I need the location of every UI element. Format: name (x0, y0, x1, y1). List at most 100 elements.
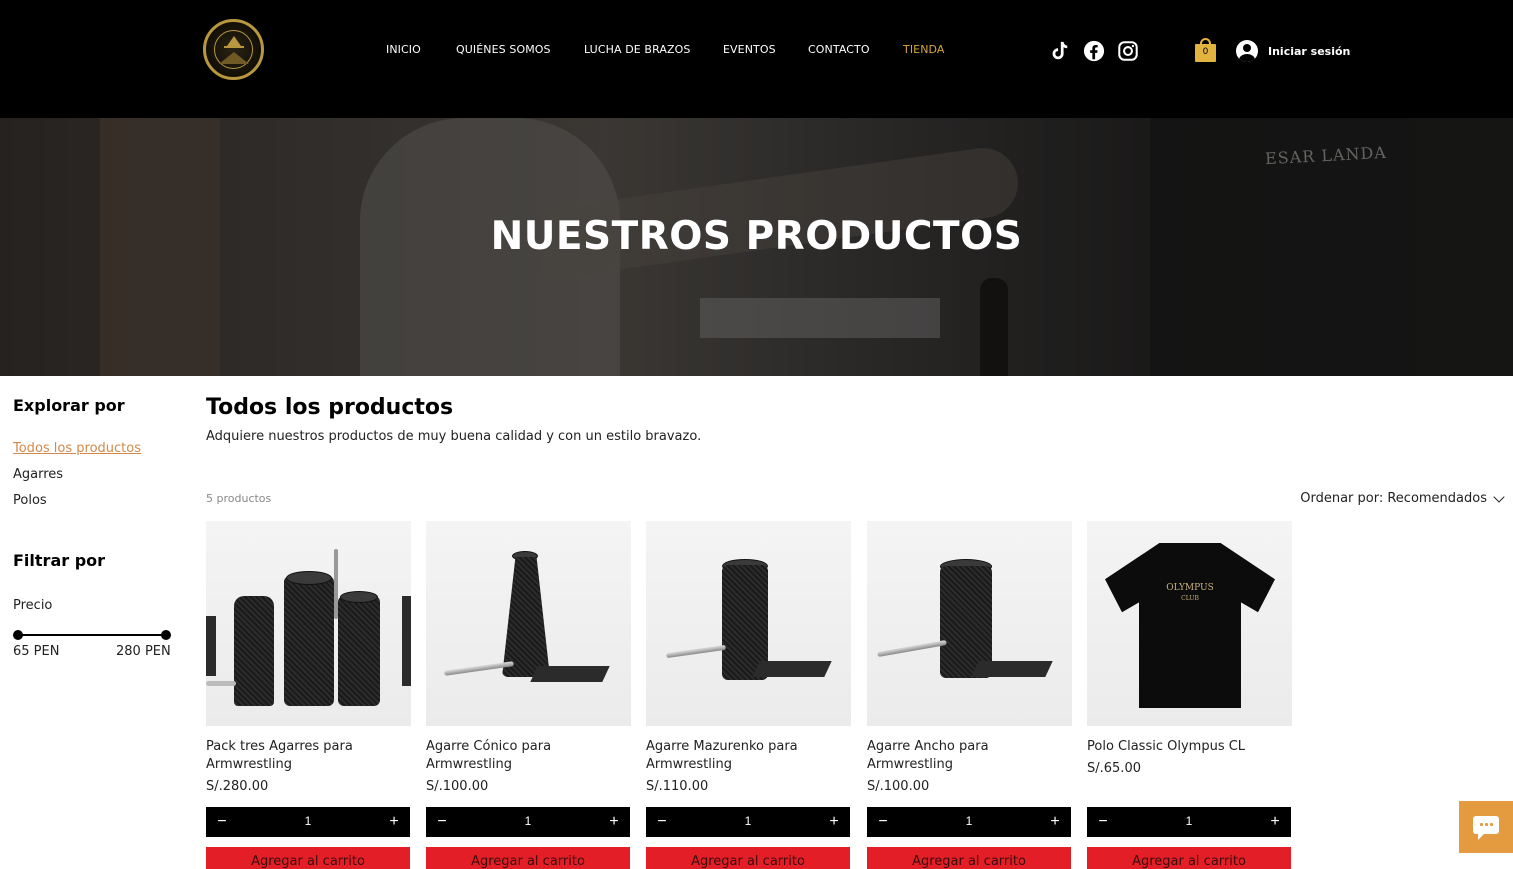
grip-plate (402, 596, 411, 686)
grip-rod (665, 644, 727, 659)
product-image[interactable] (867, 521, 1072, 726)
quantity-stepper: − 1 + (1087, 807, 1291, 837)
grip-cylinder (284, 576, 334, 706)
sort-label: Ordenar por: Recomendados (1300, 491, 1487, 506)
product-card[interactable]: Agarre Mazurenko para Armwrestling S/.11… (646, 521, 851, 869)
facebook-icon[interactable] (1083, 40, 1105, 62)
product-image[interactable] (426, 521, 631, 726)
slider-min-handle[interactable] (13, 630, 23, 640)
quantity-stepper: − 1 + (426, 807, 630, 837)
grip-top (340, 591, 378, 603)
category-agarres[interactable]: Agarres (13, 467, 63, 482)
grip-cone (234, 596, 274, 706)
grip-plate (752, 661, 832, 677)
product-name[interactable]: Agarre Mazurenko para Armwrestling (646, 738, 851, 774)
add-to-cart-button[interactable]: Agregar al carrito (1087, 847, 1291, 869)
tiktok-icon[interactable] (1048, 40, 1070, 62)
quantity-value[interactable]: 1 (298, 814, 318, 828)
page-title: Todos los productos (206, 395, 454, 420)
page-description: Adquiere nuestros productos de muy buena… (206, 429, 702, 444)
product-card[interactable]: Pack tres Agarres para Armwrestling S/.2… (206, 521, 411, 869)
decrease-button[interactable]: − (1095, 813, 1111, 831)
product-price: S/.100.00 (867, 779, 930, 794)
product-card[interactable]: Agarre Ancho para Armwrestling S/.100.00… (867, 521, 1072, 869)
t-shirt (1105, 543, 1275, 708)
product-name[interactable]: Agarre Cónico para Armwrestling (426, 738, 631, 774)
sort-dropdown[interactable]: Ordenar por: Recomendados (1300, 490, 1505, 506)
category-polos[interactable]: Polos (13, 493, 47, 508)
nav-inicio[interactable]: INICIO (386, 43, 421, 56)
product-card[interactable]: OLYMPUS CLUB Polo Classic Olympus CL S/.… (1087, 521, 1292, 869)
price-slider[interactable] (13, 630, 171, 640)
hero-title: NUESTROS PRODUCTOS (490, 214, 1023, 259)
decrease-button[interactable]: − (654, 813, 670, 831)
slider-max-handle[interactable] (161, 630, 171, 640)
quantity-stepper: − 1 + (206, 807, 410, 837)
nav-contacto[interactable]: CONTACTO (808, 43, 870, 56)
decrease-button[interactable]: − (214, 813, 230, 831)
product-image[interactable] (206, 521, 411, 726)
quantity-value[interactable]: 1 (959, 814, 979, 828)
crown-icon (224, 36, 244, 48)
login-button[interactable]: Iniciar sesión (1236, 40, 1350, 62)
price-min: 65 PEN (13, 644, 60, 659)
product-price: S/.110.00 (646, 779, 709, 794)
user-icon (1236, 40, 1258, 62)
price-max: 280 PEN (116, 644, 171, 659)
nav-tienda[interactable]: TIENDA (903, 43, 945, 56)
shirt-print-line2: CLUB (1181, 595, 1199, 602)
product-name[interactable]: Agarre Ancho para Armwrestling (867, 738, 1072, 774)
product-name[interactable]: Pack tres Agarres para Armwrestling (206, 738, 411, 774)
product-price: S/.280.00 (206, 779, 269, 794)
shirt-print: OLYMPUS CLUB (1147, 583, 1233, 604)
quantity-value[interactable]: 1 (1179, 814, 1199, 828)
product-name[interactable]: Polo Classic Olympus CL (1087, 738, 1292, 756)
grip-plate (971, 661, 1053, 677)
grip-plate (206, 616, 216, 676)
cart-count: 0 (1202, 47, 1209, 57)
increase-button[interactable]: + (606, 813, 622, 831)
nav-eventos[interactable]: EVENTOS (723, 43, 776, 56)
quantity-value[interactable]: 1 (738, 814, 758, 828)
product-card[interactable]: Agarre Cónico para Armwrestling S/.100.0… (426, 521, 631, 869)
add-to-cart-button[interactable]: Agregar al carrito (646, 847, 850, 869)
add-to-cart-button[interactable]: Agregar al carrito (426, 847, 630, 869)
chevron-down-icon (1493, 490, 1505, 503)
hero-banner: ESAR LANDA NUESTROS PRODUCTOS (0, 118, 1513, 376)
category-all-products[interactable]: Todos los productos (13, 441, 141, 456)
decrease-button[interactable]: − (434, 813, 450, 831)
grip-rod (877, 639, 947, 658)
grip-cylinder (338, 596, 380, 706)
cart-button[interactable]: 0 (1195, 38, 1216, 62)
product-image[interactable]: OLYMPUS CLUB (1087, 521, 1292, 726)
ring (206, 681, 236, 686)
product-price: S/.65.00 (1087, 761, 1141, 776)
increase-button[interactable]: + (1267, 813, 1283, 831)
increase-button[interactable]: + (826, 813, 842, 831)
filter-title: Filtrar por (13, 551, 106, 570)
slider-track (18, 634, 166, 636)
logo[interactable] (203, 19, 264, 80)
chat-button[interactable] (1459, 801, 1513, 853)
nav-quienes-somos[interactable]: QUIÉNES SOMOS (456, 43, 551, 56)
shirt-print-line1: OLYMPUS (1166, 583, 1214, 593)
instagram-icon[interactable] (1117, 40, 1139, 62)
increase-button[interactable]: + (1047, 813, 1063, 831)
quantity-stepper: − 1 + (646, 807, 850, 837)
quantity-value[interactable]: 1 (518, 814, 538, 828)
login-label: Iniciar sesión (1268, 44, 1351, 58)
grip-cone (502, 557, 550, 677)
product-image[interactable] (646, 521, 851, 726)
add-to-cart-button[interactable]: Agregar al carrito (867, 847, 1071, 869)
increase-button[interactable]: + (386, 813, 402, 831)
quantity-stepper: − 1 + (867, 807, 1071, 837)
product-price: S/.100.00 (426, 779, 489, 794)
decrease-button[interactable]: − (875, 813, 891, 831)
explore-title: Explorar por (13, 396, 125, 415)
price-label: Precio (13, 598, 53, 613)
add-to-cart-button[interactable]: Agregar al carrito (206, 847, 410, 869)
chat-dots (1479, 823, 1493, 826)
mountain-icon (219, 52, 249, 64)
product-count: 5 productos (206, 492, 272, 505)
nav-lucha-de-brazos[interactable]: LUCHA DE BRAZOS (584, 43, 690, 56)
